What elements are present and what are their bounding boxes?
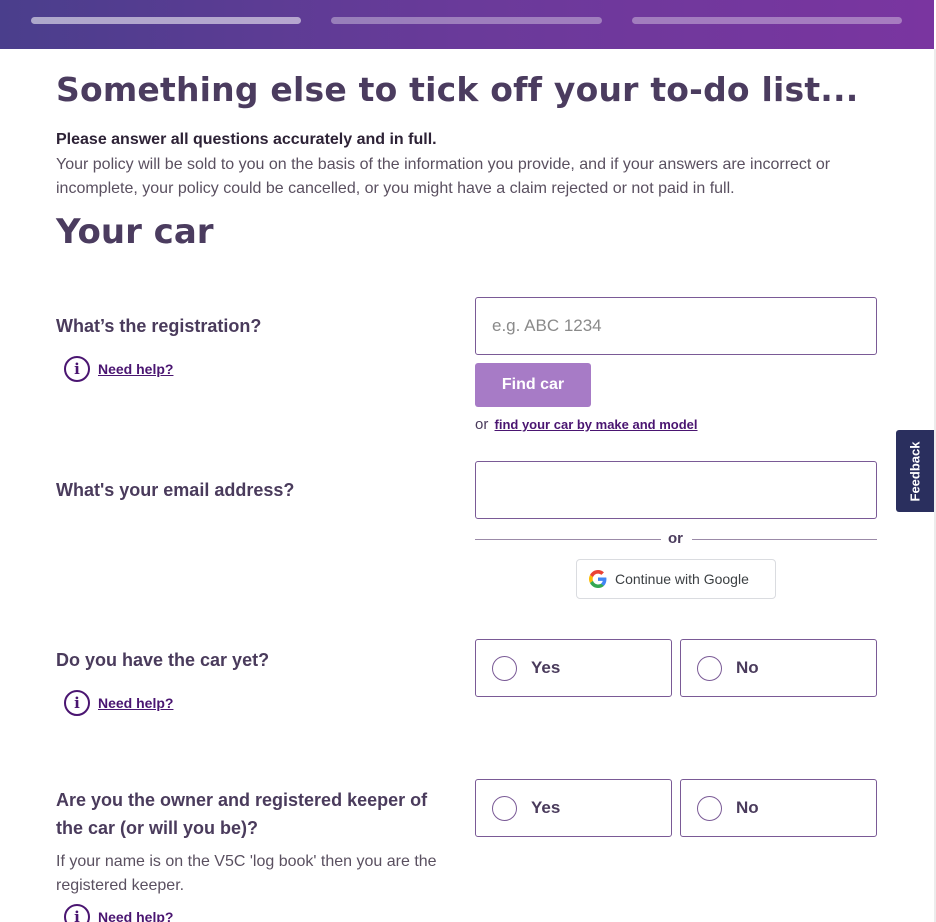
owner-keeper-help[interactable]: i Need help? (64, 904, 173, 922)
info-icon: i (64, 356, 90, 382)
continue-with-google-button[interactable]: Continue with Google (576, 559, 776, 599)
radio-button[interactable] (697, 655, 722, 681)
have-car-yes-option[interactable]: Yes (475, 639, 672, 697)
option-label: No (736, 658, 759, 677)
have-car-label: Do you have the car yet? (56, 650, 270, 670)
divider-right (692, 539, 877, 540)
owner-keeper-help-link[interactable]: Need help? (98, 909, 173, 922)
alt-find-row: or find your car by make and model (475, 416, 698, 433)
info-icon: i (64, 904, 90, 922)
progress-step-1 (31, 17, 301, 24)
intro-heading: Please answer all questions accurately a… (56, 131, 437, 148)
registration-help[interactable]: i Need help? (64, 356, 173, 382)
radio-button[interactable] (492, 795, 517, 821)
header-bar (0, 0, 934, 49)
have-car-no-option[interactable]: No (680, 639, 877, 697)
find-car-button[interactable]: Find car (475, 363, 591, 407)
google-button-label: Continue with Google (615, 571, 749, 587)
info-icon: i (64, 690, 90, 716)
progress-step-2 (331, 17, 602, 24)
registration-input[interactable] (475, 297, 877, 355)
radio-button[interactable] (492, 655, 517, 681)
option-label: No (736, 798, 759, 817)
google-icon (589, 570, 607, 588)
feedback-label: Feedback (907, 441, 923, 501)
owner-keeper-subtext: If your name is on the V5C 'log book' th… (56, 853, 437, 894)
registration-help-link[interactable]: Need help? (98, 361, 173, 377)
find-by-make-model-link[interactable]: find your car by make and model (495, 417, 698, 432)
feedback-tab[interactable]: Feedback (896, 430, 934, 512)
divider-left (475, 539, 661, 540)
option-label: Yes (531, 658, 561, 677)
registration-label: What’s the registration? (56, 316, 262, 336)
page-title: Something else to tick off your to-do li… (56, 70, 859, 109)
email-label: What's your email address? (56, 480, 295, 500)
email-field[interactable] (475, 461, 877, 519)
progress-step-3 (632, 17, 902, 24)
owner-keeper-no-option[interactable]: No (680, 779, 877, 837)
owner-keeper-yes-option[interactable]: Yes (475, 779, 672, 837)
have-car-help-link[interactable]: Need help? (98, 695, 173, 711)
section-title: Your car (56, 212, 214, 252)
or-separator: or (668, 530, 683, 547)
intro-text: Your policy will be sold to you on the b… (56, 156, 831, 197)
radio-button[interactable] (697, 795, 722, 821)
alt-find-prefix: or (475, 416, 489, 433)
option-label: Yes (531, 798, 561, 817)
have-car-help[interactable]: i Need help? (64, 690, 173, 716)
owner-keeper-label: Are you the owner and registered keeper … (56, 790, 428, 838)
